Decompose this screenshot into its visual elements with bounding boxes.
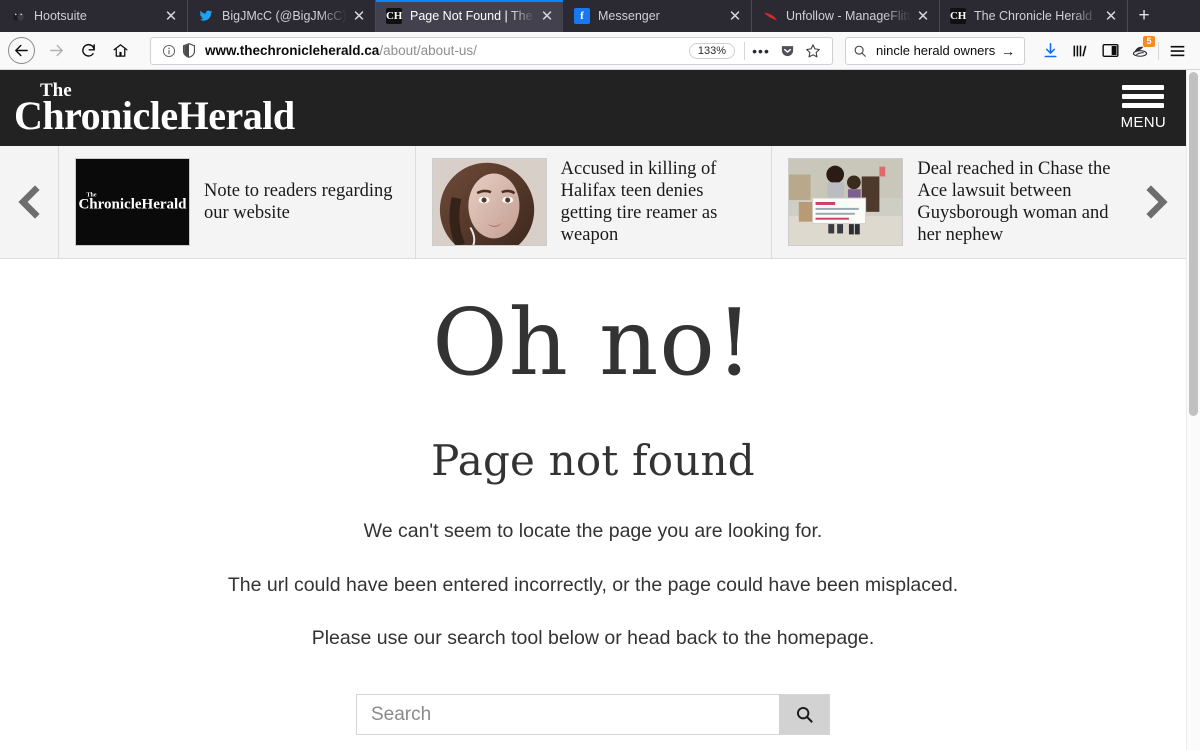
close-icon[interactable]: ✕ — [913, 6, 933, 26]
tab-title: Page Not Found | The Chronicle Herald — [410, 9, 535, 23]
search-icon — [853, 44, 871, 58]
page-info-icon[interactable] — [159, 44, 179, 58]
page-viewport: The ChronicleHerald MENU The ChronicleHe… — [0, 70, 1200, 750]
browser-tab-page-not-found[interactable]: CH Page Not Found | The Chronicle Herald… — [376, 0, 564, 32]
twitter-icon — [198, 8, 214, 24]
browser-toolbar: www.thechronicleherald.ca/about/about-us… — [0, 32, 1200, 70]
carousel-item[interactable]: Accused in killing of Halifax teen denie… — [414, 146, 772, 258]
site-search-area — [0, 694, 1186, 736]
sidebar-icon[interactable] — [1095, 37, 1125, 65]
app-menu-icon[interactable] — [1162, 37, 1192, 65]
tab-title: BigJMcC (@BigJMcC) | Twitter — [222, 9, 347, 23]
error-paragraph-1: We can't seem to locate the page you are… — [363, 520, 823, 543]
close-icon[interactable]: ✕ — [349, 6, 369, 26]
vertical-scrollbar[interactable] — [1186, 70, 1200, 750]
star-icon[interactable] — [800, 39, 826, 63]
error-headline: Oh no! — [432, 289, 754, 396]
toolbar-divider — [1158, 41, 1159, 60]
forward-button[interactable] — [40, 36, 72, 66]
toolbar-divider — [744, 41, 745, 60]
new-tab-button[interactable]: + — [1128, 0, 1160, 32]
close-icon[interactable]: ✕ — [1101, 6, 1121, 26]
search-go-icon[interactable]: → — [1001, 43, 1017, 59]
search-submit-button[interactable] — [779, 695, 829, 735]
search-input[interactable] — [357, 695, 779, 735]
facebook-messenger-icon: f — [574, 8, 590, 24]
chronicle-herald-icon: CH — [386, 8, 402, 24]
tab-title: The Chronicle Herald — [974, 9, 1093, 23]
carousel-item-title[interactable]: Note to readers regarding our website — [204, 180, 403, 224]
close-icon[interactable]: ✕ — [161, 6, 181, 26]
menu-button-label: MENU — [1120, 114, 1166, 131]
page-content: The ChronicleHerald MENU The ChronicleHe… — [0, 70, 1186, 750]
site-logo-name: ChronicleHerald — [14, 92, 295, 138]
extension-icon[interactable]: 5 — [1125, 35, 1155, 65]
chronicle-herald-icon: CH — [950, 8, 966, 24]
site-masthead: The ChronicleHerald MENU — [0, 70, 1186, 146]
page-actions-icon[interactable]: ••• — [748, 39, 774, 63]
thumb-logo-name: ChronicleHerald — [78, 196, 187, 213]
site-search-box[interactable] — [356, 694, 830, 736]
error-content: Oh no! Page not found We can't seem to l… — [0, 259, 1186, 736]
carousel-thumbnail-logo: The ChronicleHerald — [75, 158, 190, 246]
carousel-prev-button[interactable] — [0, 146, 58, 258]
tab-strip: Hootsuite ✕ BigJMcC (@BigJMcC) | Twitter… — [0, 0, 1200, 32]
url-domain: www.thechronicleherald.ca — [205, 43, 380, 58]
carousel-item-title[interactable]: Accused in killing of Halifax teen denie… — [561, 158, 760, 246]
hamburger-icon — [1122, 85, 1165, 112]
browser-tab-manageflitter[interactable]: Unfollow - ManageFlitter ✕ — [752, 0, 940, 32]
carousel-item[interactable]: Deal reached in Chase the Ace lawsuit be… — [771, 146, 1128, 258]
library-icon[interactable] — [1065, 37, 1095, 65]
content-spacer — [0, 735, 1186, 750]
zoom-level-badge[interactable]: 133% — [688, 42, 735, 59]
address-bar[interactable]: www.thechronicleherald.ca/about/about-us… — [150, 36, 833, 65]
browser-tab-hootsuite[interactable]: Hootsuite ✕ — [0, 0, 188, 32]
downloads-icon[interactable] — [1035, 37, 1065, 65]
browser-tab-chronicle-herald[interactable]: CH The Chronicle Herald ✕ — [940, 0, 1128, 32]
tab-title: Messenger — [598, 9, 660, 23]
headline-carousel: The ChronicleHerald Note to readers rega… — [0, 146, 1186, 259]
scrollbar-thumb[interactable] — [1189, 72, 1198, 416]
back-button[interactable] — [8, 37, 35, 64]
browser-search-bar[interactable]: nincle herald owners → — [845, 36, 1025, 65]
error-subhead: Page not found — [431, 436, 755, 486]
error-paragraph-3: Please use our search tool below or head… — [311, 626, 875, 649]
menu-button[interactable]: MENU — [1121, 85, 1174, 131]
extension-badge-count: 5 — [1143, 35, 1155, 47]
chronicle-herald-logo-mark: The ChronicleHerald — [78, 192, 187, 213]
browser-tab-twitter[interactable]: BigJMcC (@BigJMcC) | Twitter ✕ — [188, 0, 376, 32]
carousel-thumbnail-photo — [788, 158, 904, 246]
tracking-protection-shield-icon[interactable] — [179, 43, 199, 58]
close-icon[interactable]: ✕ — [537, 6, 557, 26]
home-button[interactable] — [104, 36, 136, 66]
manageflitter-icon — [762, 8, 778, 24]
carousel-item-title[interactable]: Deal reached in Chase the Ace lawsuit be… — [917, 158, 1116, 246]
url-path: /about/about-us/ — [379, 43, 477, 58]
address-bar-url: www.thechronicleherald.ca/about/about-us… — [199, 43, 689, 58]
browser-tab-messenger[interactable]: f Messenger ✕ — [564, 0, 752, 32]
browser-window: Hootsuite ✕ BigJMcC (@BigJMcC) | Twitter… — [0, 0, 1200, 750]
toolbar-icon-group: 5 — [1035, 35, 1192, 65]
tab-title: Unfollow - ManageFlitter — [786, 9, 911, 23]
pocket-icon[interactable] — [774, 39, 800, 63]
reload-button[interactable] — [72, 36, 104, 66]
carousel-thumbnail-photo — [431, 158, 547, 246]
carousel-item[interactable]: The ChronicleHerald Note to readers rega… — [58, 146, 415, 258]
site-logo[interactable]: The ChronicleHerald — [12, 80, 295, 138]
carousel-next-button[interactable] — [1128, 146, 1186, 258]
hootsuite-icon — [10, 8, 26, 24]
error-paragraph-2: The url could have been entered incorrec… — [227, 573, 959, 596]
browser-search-value[interactable]: nincle herald owners — [871, 43, 1001, 58]
tab-title: Hootsuite — [34, 9, 87, 23]
close-icon[interactable]: ✕ — [725, 6, 745, 26]
